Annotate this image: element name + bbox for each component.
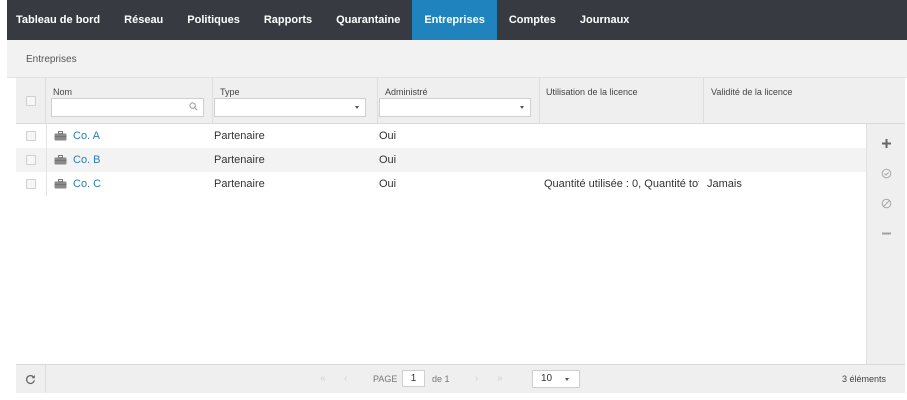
type-filter-select[interactable] xyxy=(214,98,366,117)
nav-accounts[interactable]: Comptes xyxy=(497,0,568,40)
table-body: Co. A Partenaire Oui Co. B Partenaire Ou… xyxy=(16,124,866,196)
column-name: Nom xyxy=(46,78,213,123)
page-size-select[interactable]: 10 xyxy=(532,370,580,388)
table-header: Nom Type Administré Utilisation de la li… xyxy=(16,78,905,124)
pagination-bar: « ‹ PAGE 1 de 1 › » 10 3 éléments xyxy=(16,364,905,393)
chevron-down-icon xyxy=(355,106,359,109)
item-count: 3 éléments xyxy=(841,374,886,384)
chevron-down-icon xyxy=(520,106,524,109)
company-managed: Oui xyxy=(379,130,397,142)
deactivate-button[interactable] xyxy=(867,188,906,218)
table-row[interactable]: Co. A Partenaire Oui xyxy=(16,124,866,148)
company-managed: Oui xyxy=(379,154,397,166)
nav-network[interactable]: Réseau xyxy=(112,0,175,40)
table-row[interactable]: Co. B Partenaire Oui xyxy=(16,148,866,172)
name-filter-input[interactable] xyxy=(51,98,204,117)
column-license-usage: Utilisation de la licence xyxy=(540,78,704,123)
first-page-icon[interactable]: « xyxy=(320,373,326,384)
column-license-validity: Validité de la licence xyxy=(704,78,905,123)
activate-button[interactable] xyxy=(867,158,906,188)
add-icon xyxy=(882,138,891,148)
nav-reports[interactable]: Rapports xyxy=(252,0,324,40)
refresh-icon xyxy=(25,374,35,384)
briefcase-icon xyxy=(54,131,67,141)
company-type: Partenaire xyxy=(214,178,265,190)
column-managed-label: Administré xyxy=(385,87,428,97)
company-name-link[interactable]: Co. A xyxy=(73,124,100,148)
page-label: PAGE xyxy=(373,374,398,384)
license-usage xyxy=(544,124,699,148)
column-license-validity-label: Validité de la licence xyxy=(711,87,793,97)
company-type: Partenaire xyxy=(214,130,265,142)
company-name-link[interactable]: Co. C xyxy=(73,172,101,196)
license-usage: Quantité utilisée : 0, Quantité tot... xyxy=(544,178,699,190)
nav-quarantine[interactable]: Quarantaine xyxy=(324,0,412,40)
nav-dashboard[interactable]: Tableau de bord xyxy=(7,0,112,40)
activate-icon xyxy=(881,168,892,178)
select-all-checkbox[interactable] xyxy=(26,96,36,106)
column-managed: Administré xyxy=(378,78,540,123)
company-type: Partenaire xyxy=(214,154,265,166)
prev-page-icon[interactable]: ‹ xyxy=(344,373,347,384)
page-total: de 1 xyxy=(432,374,450,384)
page-size-value: 10 xyxy=(541,373,553,384)
row-checkbox[interactable] xyxy=(26,179,36,189)
license-validity: Jamais xyxy=(707,178,742,190)
nav-companies[interactable]: Entreprises xyxy=(412,0,497,40)
page-number-input[interactable]: 1 xyxy=(402,370,425,387)
breadcrumb: Entreprises xyxy=(26,54,77,65)
remove-button[interactable] xyxy=(867,218,906,248)
last-page-icon[interactable]: » xyxy=(497,373,503,384)
search-icon xyxy=(189,102,198,111)
column-type: Type xyxy=(213,78,378,123)
action-toolbar xyxy=(866,124,905,364)
briefcase-icon xyxy=(54,179,67,189)
managed-filter-select[interactable] xyxy=(379,98,531,117)
briefcase-icon xyxy=(54,155,67,165)
nav-policies[interactable]: Politiques xyxy=(175,0,252,40)
add-button[interactable] xyxy=(867,128,906,158)
company-managed: Oui xyxy=(379,178,397,190)
license-usage xyxy=(544,148,699,172)
row-checkbox[interactable] xyxy=(26,155,36,165)
top-navigation: Tableau de bord Réseau Politiques Rappor… xyxy=(7,0,907,40)
nav-logs[interactable]: Journaux xyxy=(568,0,642,40)
select-all-cell xyxy=(16,78,46,123)
chevron-down-icon xyxy=(565,378,569,381)
deactivate-icon xyxy=(881,198,892,208)
column-license-usage-label: Utilisation de la licence xyxy=(546,87,638,97)
next-page-icon[interactable]: › xyxy=(475,373,478,384)
column-type-label: Type xyxy=(220,87,240,97)
company-name-link[interactable]: Co. B xyxy=(73,148,101,172)
refresh-button[interactable] xyxy=(16,365,46,393)
remove-icon xyxy=(882,232,891,234)
table-row[interactable]: Co. C Partenaire Oui Quantité utilisée :… xyxy=(16,172,866,196)
breadcrumb-bar: Entreprises xyxy=(7,40,907,78)
column-name-label: Nom xyxy=(53,87,73,97)
row-checkbox[interactable] xyxy=(26,131,36,141)
